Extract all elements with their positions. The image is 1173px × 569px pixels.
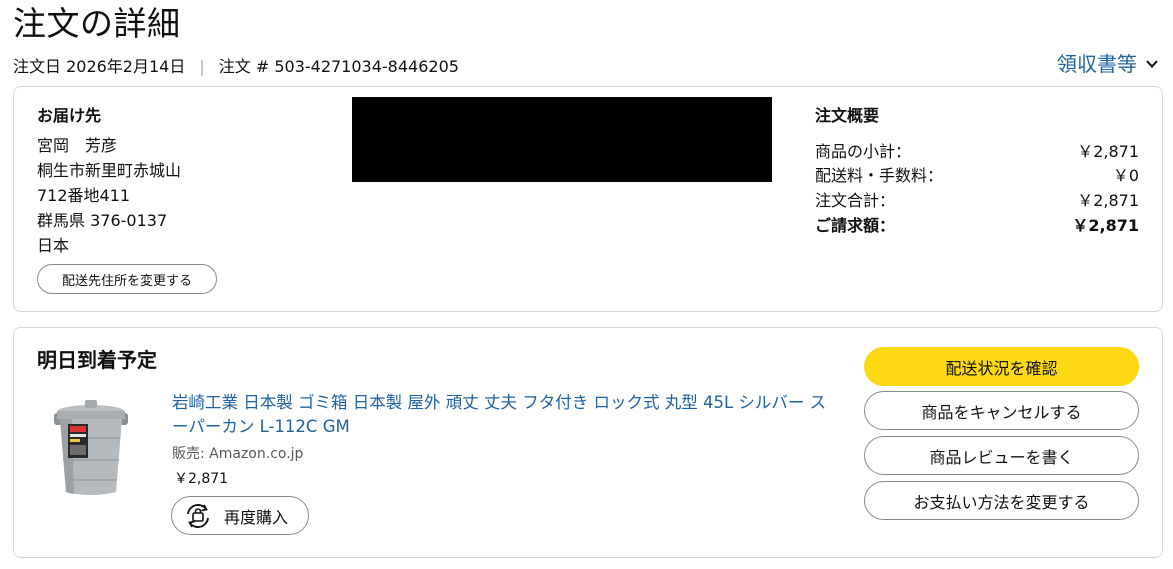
address-name: 宮岡 芳彦: [37, 136, 118, 155]
arrival-heading: 明日到着予定: [37, 348, 157, 372]
summary-value: ￥2,871: [1077, 142, 1139, 161]
summary-label: 注文合計：: [815, 191, 896, 210]
order-number: 注文 # 503-4271034-8446205: [218, 57, 459, 76]
summary-row-total: 注文合計： ￥2,871: [815, 191, 1139, 211]
address-country: 日本: [37, 236, 70, 255]
buy-again-label: 再度購入: [224, 507, 289, 527]
address-line: 桐生市新里町赤城山: [37, 161, 182, 180]
cancel-item-button[interactable]: 商品をキャンセルする: [864, 391, 1139, 430]
write-review-button[interactable]: 商品レビューを書く: [864, 436, 1139, 475]
summary-heading: 注文概要: [815, 106, 880, 125]
order-meta: 注文日 2026年2月14日 | 注文 # 503-4271034-844620…: [13, 56, 459, 78]
summary-value: ￥0: [1112, 166, 1139, 185]
order-date: 注文日 2026年2月14日: [13, 57, 186, 76]
seller-label: 販売: Amazon.co.jp: [172, 446, 304, 462]
summary-row-shipping: 配送料・手数料： ￥0: [815, 166, 1139, 186]
summary-row-subtotal: 商品の小計： ￥2,871: [815, 142, 1139, 162]
chevron-down-icon: [1146, 60, 1158, 68]
summary-value: ￥2,871: [1077, 191, 1139, 210]
rebuy-cycle-icon: [187, 503, 209, 528]
product-image[interactable]: [52, 398, 130, 498]
shipment-card: 明日到着予定 岩崎工業 日本製 ゴミ箱 日本製 屋外 頑丈 丈夫 フタ付き ロッ…: [13, 327, 1163, 558]
redacted-block: [352, 97, 772, 182]
product-title-link[interactable]: 岩崎工業 日本製 ゴミ箱 日本製 屋外 頑丈 丈夫 フタ付き ロック式 丸型 4…: [172, 391, 842, 439]
track-package-button[interactable]: 配送状況を確認: [864, 347, 1139, 386]
summary-value: ￥2,871: [1072, 216, 1139, 235]
summary-row-billed: ご請求額： ￥2,871: [815, 216, 1139, 236]
meta-separator: |: [199, 57, 205, 76]
page-title: 注文の詳細: [13, 4, 181, 43]
summary-label: 商品の小計：: [815, 142, 912, 161]
shipping-heading: お届け先: [37, 106, 102, 125]
address-line: 群馬県 376-0137: [37, 211, 168, 230]
summary-label: 配送料・手数料：: [815, 166, 944, 185]
summary-label: ご請求額：: [815, 216, 896, 235]
order-info-card: お届け先 宮岡 芳彦 桐生市新里町赤城山 712番地411 群馬県 376-01…: [13, 86, 1163, 312]
change-payment-button[interactable]: お支払い方法を変更する: [864, 481, 1139, 520]
address-line: 712番地411: [37, 186, 131, 205]
invoice-dropdown[interactable]: 領収書等: [1057, 50, 1159, 78]
change-address-button[interactable]: 配送先住所を変更する: [37, 264, 217, 294]
product-price: ￥2,871: [174, 471, 229, 487]
buy-again-button[interactable]: 再度購入: [171, 496, 309, 535]
invoice-link-label[interactable]: 領収書等: [1057, 50, 1137, 78]
